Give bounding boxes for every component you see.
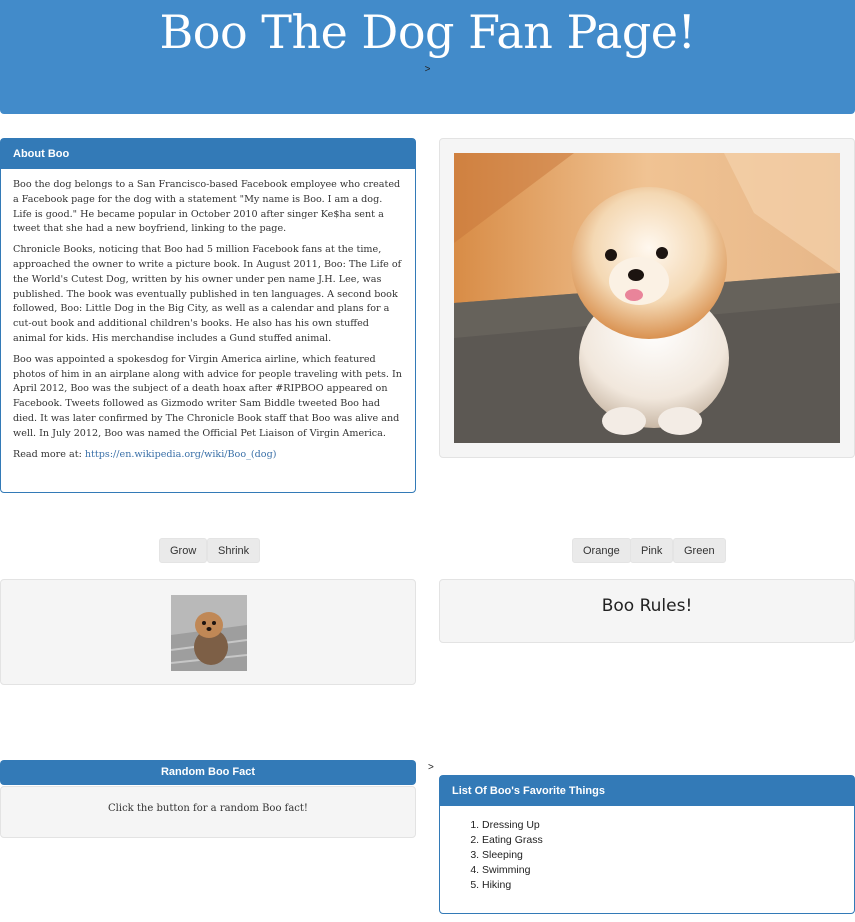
fact-marker: > [428, 762, 434, 773]
random-fact-well: Click the button for a random Boo fact! [0, 786, 416, 838]
dog-photo-image [454, 153, 840, 443]
about-paragraph: Boo the dog belongs to a San Francisco-b… [13, 179, 401, 235]
favorites-heading: List Of Boo's Favorite Things [440, 776, 854, 806]
list-item: Eating Grass [482, 833, 854, 848]
boo-rules-text: Boo Rules! [601, 596, 693, 616]
list-item: Dressing Up [482, 818, 854, 833]
wikipedia-link[interactable]: https://en.wikipedia.org/wiki/Boo_(dog) [85, 449, 277, 460]
header-marker: > [424, 64, 431, 75]
list-item: Swimming [482, 863, 854, 878]
favorites-list: Dressing Up Eating Grass Sleeping Swimmi… [440, 806, 854, 893]
pomeranian-dog-photo [454, 153, 840, 443]
small-dog-image [171, 595, 247, 671]
about-panel: About Boo Boo the dog belongs to a San F… [0, 138, 416, 493]
green-button[interactable]: Green [673, 538, 726, 563]
about-paragraph: Boo was appointed a spokesdog for Virgin… [13, 353, 402, 439]
small-photo-well [0, 579, 416, 685]
page-header: Boo The Dog Fan Page! > [0, 0, 855, 114]
small-dog-photo [171, 595, 247, 671]
read-more: Read more at: https://en.wikipedia.org/w… [13, 448, 403, 463]
about-paragraph: Chronicle Books, noticing that Boo had 5… [13, 244, 402, 344]
shrink-button[interactable]: Shrink [207, 538, 261, 563]
random-fact-text: Click the button for a random Boo fact! [108, 803, 308, 814]
page-title: Boo The Dog Fan Page! [159, 5, 696, 59]
about-heading: About Boo [1, 139, 415, 169]
orange-button[interactable]: Orange [572, 538, 631, 563]
grow-button[interactable]: Grow [159, 538, 208, 563]
photo-well [439, 138, 855, 458]
random-fact-button[interactable]: Random Boo Fact [0, 760, 416, 785]
pink-button[interactable]: Pink [630, 538, 674, 563]
read-more-label: Read more at: [13, 448, 85, 460]
favorites-panel: List Of Boo's Favorite Things Dressing U… [439, 775, 855, 914]
boo-rules-well: Boo Rules! [439, 579, 855, 643]
list-item: Hiking [482, 878, 854, 893]
about-body: Boo the dog belongs to a San Francisco-b… [1, 169, 415, 477]
list-item: Sleeping [482, 848, 854, 863]
